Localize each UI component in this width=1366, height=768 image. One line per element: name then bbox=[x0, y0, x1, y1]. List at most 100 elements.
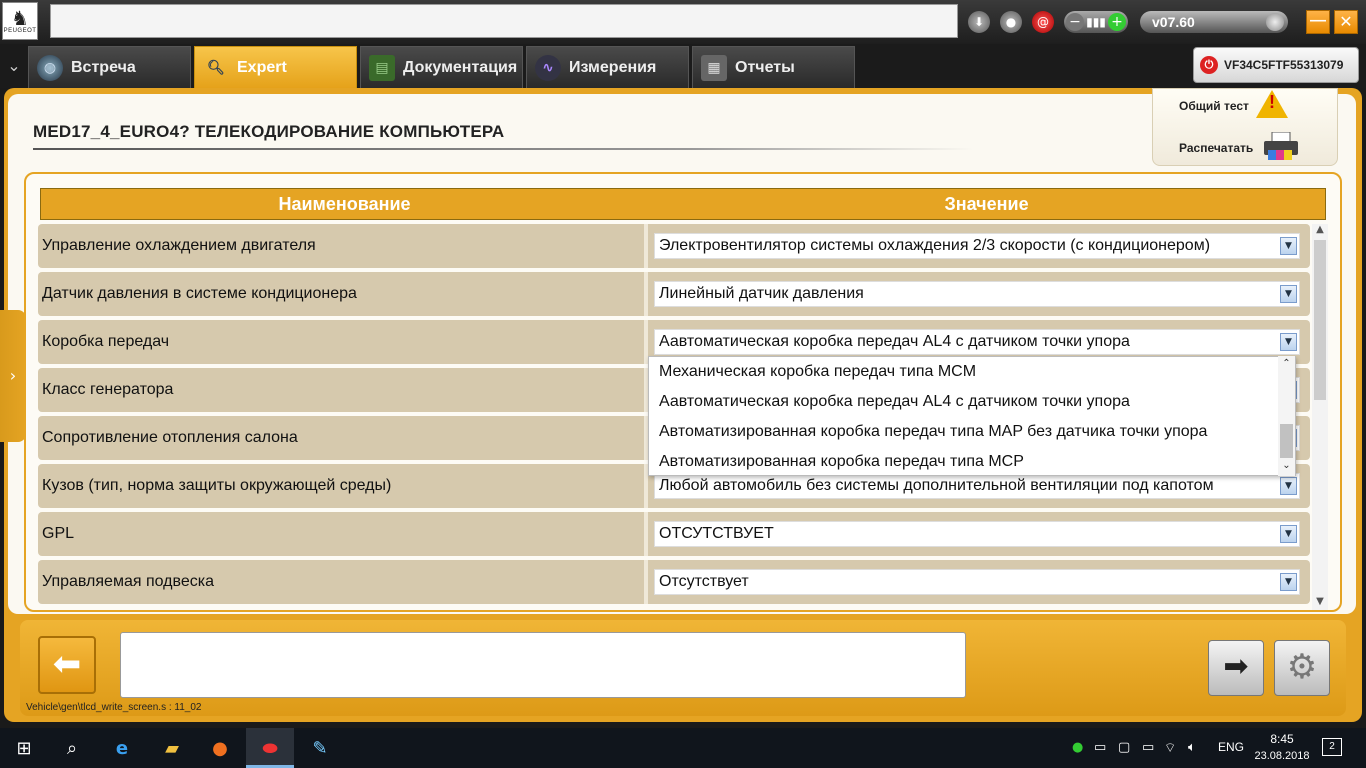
dropdown-arrow-icon[interactable]: ▼ bbox=[1280, 573, 1297, 591]
language-indicator[interactable]: ENG bbox=[1218, 740, 1244, 754]
plus-icon[interactable]: + bbox=[1108, 13, 1126, 31]
dropdown-scrollbar-thumb[interactable] bbox=[1280, 424, 1293, 458]
windows-start-icon[interactable]: ⊞ bbox=[0, 728, 48, 768]
row-name: Коробка передач bbox=[42, 333, 170, 350]
gear-icon: ⚙ bbox=[1286, 647, 1318, 687]
connection-toggle[interactable]: − ▮▮▮ + bbox=[1064, 11, 1128, 33]
top-search-input[interactable] bbox=[50, 4, 958, 38]
dropdown-option[interactable]: Аавтоматическая коробка передач AL4 с да… bbox=[659, 393, 1130, 411]
dropdown-arrow-icon[interactable]: ▼ bbox=[1280, 237, 1297, 255]
row-value-cell: Линейный датчик давления ▼ bbox=[648, 272, 1310, 316]
edge-icon[interactable]: e bbox=[98, 728, 146, 768]
general-test-label[interactable]: Общий тест bbox=[1179, 99, 1249, 113]
print-label[interactable]: Распечатать bbox=[1179, 141, 1253, 155]
download-icon[interactable]: ⬇ bbox=[968, 11, 990, 33]
tab-label: Документация bbox=[403, 58, 518, 76]
scroll-down-icon[interactable]: ▼ bbox=[1312, 596, 1328, 607]
table-row: Управляемая подвеска Отсутствует ▼ bbox=[38, 560, 1310, 604]
chevron-up-icon[interactable]: ⌃ bbox=[1279, 358, 1294, 369]
warning-mark: ! bbox=[1269, 92, 1275, 112]
clock-date[interactable]: 23.08.2018 bbox=[1254, 750, 1310, 762]
dropdown-option[interactable]: Автоматизированная коробка передач типа … bbox=[659, 423, 1207, 441]
chevron-down-icon[interactable]: ⌄ bbox=[2, 48, 26, 84]
row-name: Датчик давления в системе кондиционера bbox=[42, 285, 357, 302]
header-value: Значение bbox=[944, 194, 1029, 214]
tab-meeting[interactable]: ◍ Встреча bbox=[28, 46, 191, 88]
back-button[interactable]: ⬅ bbox=[38, 636, 96, 694]
lion-icon: ♞ bbox=[11, 6, 29, 30]
close-button[interactable]: ✕ bbox=[1334, 10, 1358, 34]
minimize-button[interactable]: — bbox=[1306, 10, 1330, 34]
select-value: Линейный датчик давления bbox=[659, 285, 864, 302]
dropdown-arrow-icon[interactable]: ▼ bbox=[1280, 285, 1297, 303]
select-value: Аавтоматическая коробка передач AL4 с да… bbox=[659, 333, 1130, 350]
row-name: Управляемая подвеска bbox=[42, 573, 214, 590]
notifications-icon[interactable]: 2 bbox=[1322, 738, 1342, 756]
title-underline bbox=[33, 148, 973, 150]
select-value: Электровентилятор системы охлаждения 2/3… bbox=[659, 237, 1211, 254]
tab-expert[interactable]: 🔍︎ Expert bbox=[194, 46, 357, 88]
vin-display[interactable]: ⏻ VF34C5FTF55313079 bbox=[1193, 47, 1359, 83]
magnifier-icon: 🔍︎ bbox=[207, 59, 225, 76]
waveform-icon: ∿ bbox=[535, 54, 561, 81]
dropdown-option[interactable]: Механическая коробка передач типа MCM bbox=[659, 363, 976, 381]
dropdown-arrow-icon[interactable]: ▼ bbox=[1280, 477, 1297, 495]
dropdown-scrollbar[interactable] bbox=[1278, 356, 1295, 476]
select-value: Любой автомобиль без системы дополнитель… bbox=[659, 477, 1214, 494]
value-select[interactable]: Любой автомобиль без системы дополнитель… bbox=[654, 473, 1300, 499]
select-value: Отсутствует bbox=[659, 573, 749, 590]
dropdown-arrow-icon[interactable]: ▼ bbox=[1280, 333, 1297, 351]
value-select[interactable]: Линейный датчик давления ▼ bbox=[654, 281, 1300, 307]
signal-bars-icon: ▮▮▮ bbox=[1086, 15, 1106, 29]
mail-icon[interactable]: @ bbox=[1032, 11, 1054, 33]
table-row: Датчик давления в системе кондиционера Л… bbox=[38, 272, 1310, 316]
printer-icon[interactable] bbox=[1262, 132, 1300, 162]
globe-icon: ◍ bbox=[37, 54, 63, 81]
firefox-icon[interactable]: ● bbox=[196, 728, 244, 768]
clock-time[interactable]: 8:45 bbox=[1262, 732, 1302, 746]
tab-label: Отчеты bbox=[735, 58, 795, 76]
tab-reports[interactable]: ▦ Отчеты bbox=[692, 46, 855, 88]
display-icon[interactable]: ▢ bbox=[1118, 740, 1130, 755]
scroll-up-icon[interactable]: ▲ bbox=[1312, 224, 1328, 235]
status-ok-icon[interactable]: ● bbox=[1072, 740, 1083, 755]
dropdown-option[interactable]: Автоматизированная коробка передач типа … bbox=[659, 453, 1024, 471]
page-title: MED17_4_EURO4? ТЕЛЕКОДИРОВАНИЕ КОМПЬЮТЕР… bbox=[33, 122, 505, 141]
settings-button[interactable]: ⚙ bbox=[1274, 640, 1330, 696]
chevron-down-icon[interactable]: ⌄ bbox=[1279, 460, 1294, 471]
paint-icon[interactable]: ✎ bbox=[296, 728, 344, 768]
side-panel-toggle[interactable]: › bbox=[0, 310, 26, 442]
minus-icon[interactable]: − bbox=[1066, 13, 1084, 31]
battery-icon[interactable]: ▭ bbox=[1142, 740, 1154, 755]
tab-label: Встреча bbox=[71, 58, 136, 76]
power-knob-icon[interactable] bbox=[1266, 13, 1284, 31]
header-name: Наименование bbox=[278, 194, 411, 214]
volume-icon[interactable]: 🔈︎ bbox=[1188, 740, 1196, 755]
value-select[interactable]: ОТСУТСТВУЕТ ▼ bbox=[654, 521, 1300, 547]
tab-measurements[interactable]: ∿ Измерения bbox=[526, 46, 689, 88]
version-label: v07.60 bbox=[1152, 14, 1195, 30]
row-name: Класс генератора bbox=[42, 381, 174, 398]
value-select[interactable]: Электровентилятор системы охлаждения 2/3… bbox=[654, 233, 1300, 259]
value-select[interactable]: Аавтоматическая коробка передач AL4 с да… bbox=[654, 329, 1300, 355]
next-button[interactable]: ➡ bbox=[1208, 640, 1264, 696]
table-scrollbar-thumb[interactable] bbox=[1314, 240, 1326, 400]
diagbox-icon[interactable]: ⬬ bbox=[246, 728, 294, 768]
value-select[interactable]: Отсутствует ▼ bbox=[654, 569, 1300, 595]
script-path: Vehicle\gen\tlcd_write_screen.s : 11_02 bbox=[26, 702, 202, 713]
search-icon[interactable]: ⌕ bbox=[48, 728, 96, 768]
version-badge: v07.60 bbox=[1140, 11, 1288, 33]
row-value-cell: ОТСУТСТВУЕТ ▼ bbox=[648, 512, 1310, 556]
user-icon[interactable]: ● bbox=[1000, 11, 1022, 33]
folder-icon[interactable]: ▰ bbox=[148, 728, 196, 768]
message-box bbox=[120, 632, 966, 698]
row-value-cell: Электровентилятор системы охлаждения 2/3… bbox=[648, 224, 1310, 268]
dropdown-arrow-icon[interactable]: ▼ bbox=[1280, 525, 1297, 543]
arrow-left-icon: ⬅ bbox=[52, 644, 82, 684]
table-row: Управление охлаждением двигателя Электро… bbox=[38, 224, 1310, 268]
row-name: Кузов (тип, норма защиты окружающей сред… bbox=[42, 477, 392, 494]
tab-documentation[interactable]: ▤ Документация bbox=[360, 46, 523, 88]
wifi-icon[interactable]: ⌔ bbox=[1164, 740, 1176, 756]
arrow-right-icon: ➡ bbox=[1223, 649, 1249, 684]
network-icon[interactable]: ▭ bbox=[1094, 740, 1106, 755]
